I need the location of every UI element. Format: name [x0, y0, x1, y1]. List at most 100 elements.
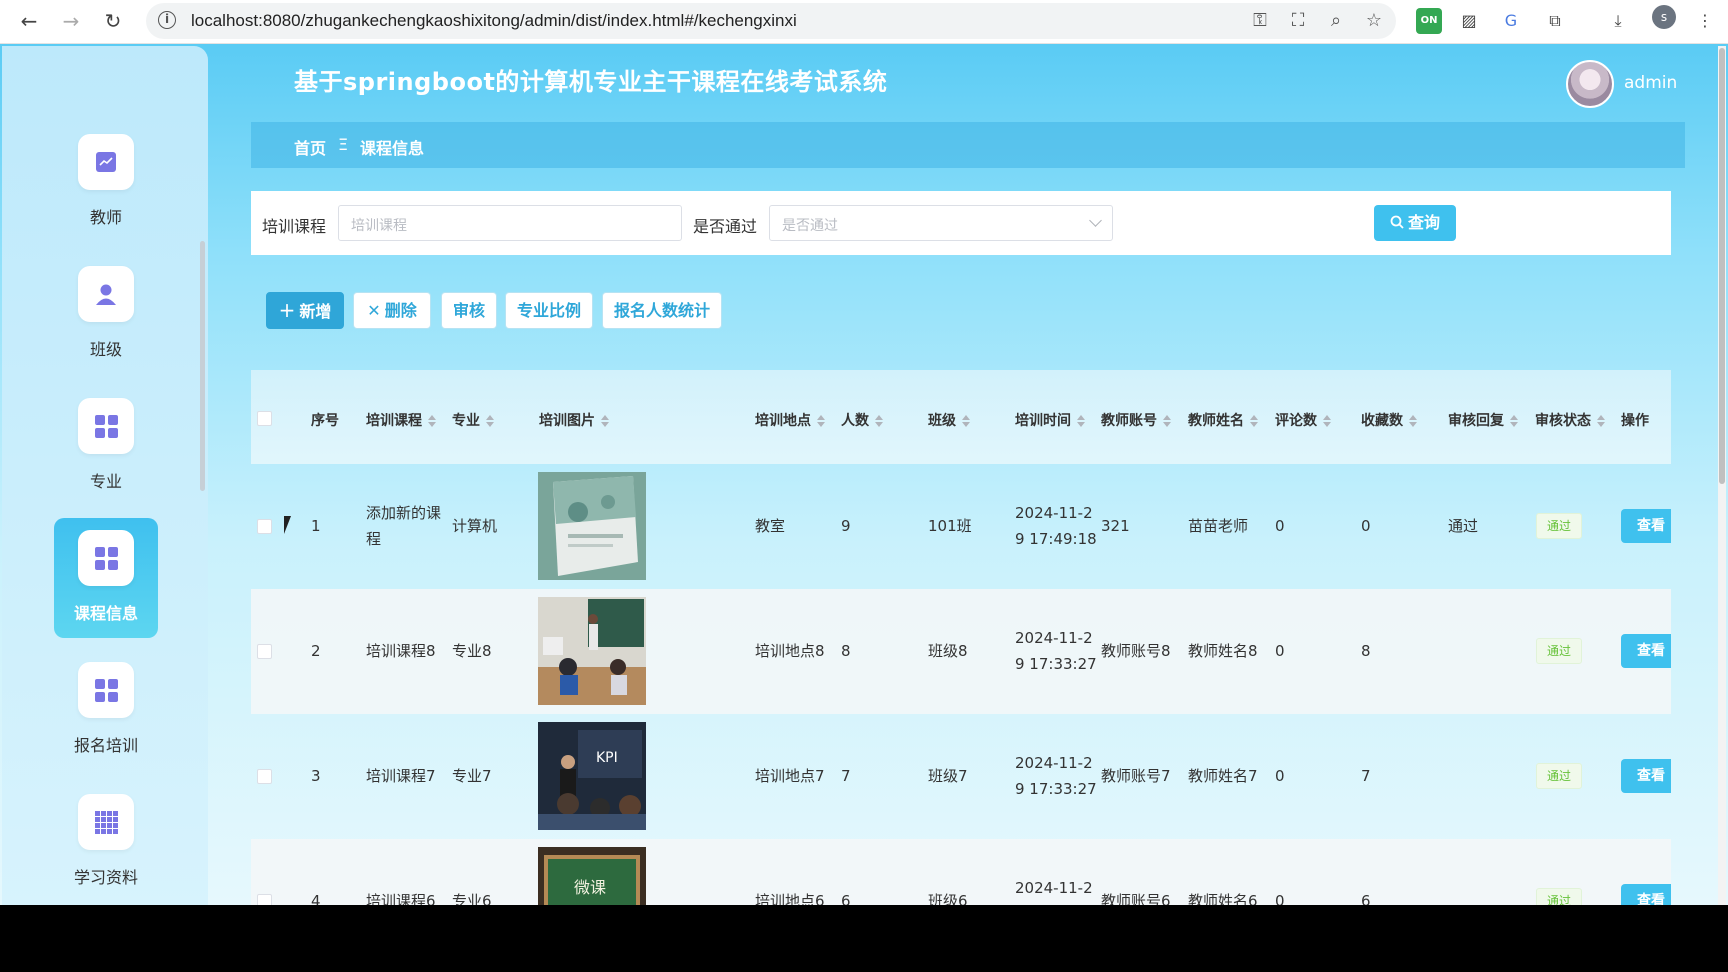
select-all-checkbox[interactable]	[257, 411, 272, 426]
header-image[interactable]: 培训图片	[539, 410, 609, 430]
course-image[interactable]	[538, 597, 646, 705]
url-text[interactable]: localhost:8080/zhugankechengkaoshixitong…	[191, 11, 797, 31]
cell-class: 班级7	[928, 767, 968, 785]
view-button[interactable]: 查看	[1621, 509, 1671, 543]
sidebar-item-class[interactable]: 班级	[54, 254, 158, 374]
table-row[interactable]: 1 添加新的课程 计算机 教室 9 101班 2024-11-29 17:49:…	[251, 464, 1671, 589]
delete-button[interactable]: ✕ 删除	[353, 292, 431, 329]
course-image[interactable]: 微课	[538, 847, 646, 905]
row-checkbox[interactable]	[257, 519, 272, 534]
grid-icon	[94, 414, 118, 438]
course-search-input[interactable]: 培训课程	[338, 205, 682, 241]
header-count[interactable]: 人数	[841, 410, 883, 430]
cell-teacher-account: 教师账号8	[1101, 642, 1171, 660]
sort-icon[interactable]	[1163, 415, 1171, 427]
sort-icon[interactable]	[428, 415, 436, 427]
extension-icon[interactable]: ▨	[1456, 8, 1482, 34]
sort-icon[interactable]	[486, 415, 494, 427]
scrollbar-thumb[interactable]	[1719, 48, 1725, 484]
header-count-label: 人数	[841, 413, 869, 429]
username[interactable]: admin	[1624, 73, 1677, 93]
cell-comments: 0	[1275, 892, 1285, 905]
extensions-puzzle-icon[interactable]: ⧉	[1542, 8, 1568, 34]
header-comments[interactable]: 评论数	[1275, 410, 1331, 430]
grid-icon	[94, 678, 118, 702]
sort-icon[interactable]	[601, 415, 609, 427]
add-button[interactable]: + 新增	[266, 292, 344, 329]
sidebar-item-enroll-training[interactable]: 报名培训	[54, 650, 158, 770]
header-major[interactable]: 专业	[452, 410, 494, 430]
header-time[interactable]: 培训时间	[1015, 410, 1085, 430]
row-checkbox[interactable]	[257, 644, 272, 659]
more-menu-icon[interactable]: ⋮	[1692, 8, 1718, 34]
reload-icon[interactable]: ↻	[98, 6, 128, 36]
breadcrumb-current: 课程信息	[360, 139, 425, 158]
sort-icon[interactable]	[1597, 415, 1605, 427]
google-translate-icon[interactable]: G	[1498, 8, 1524, 34]
cell-major: 专业6	[452, 892, 492, 905]
sidebar-scrollbar[interactable]	[200, 241, 205, 491]
sidebar-item-major[interactable]: 专业	[54, 386, 158, 506]
major-ratio-button[interactable]: 专业比例	[505, 292, 593, 329]
query-button-label: 查询	[1407, 213, 1440, 232]
header-location[interactable]: 培训地点	[755, 410, 825, 430]
header-class[interactable]: 班级	[928, 410, 970, 430]
site-info-icon[interactable]: i	[158, 11, 176, 29]
sort-icon[interactable]	[875, 415, 883, 427]
sidebar-item-teacher[interactable]: 教师	[54, 122, 158, 242]
page-scrollbar[interactable]	[1718, 46, 1726, 905]
address-bar[interactable]: i localhost:8080/zhugankechengkaoshixito…	[146, 3, 1396, 39]
download-icon[interactable]: ⤓	[1605, 8, 1631, 34]
password-key-icon[interactable]: ⚿	[1248, 9, 1272, 33]
table-row[interactable]: 4 培训课程6 专业6 微课 培训地点6 6 班级6 2024-11-29 17…	[251, 839, 1671, 905]
view-button[interactable]: 查看	[1621, 759, 1671, 793]
sidebar-item-course-info[interactable]: 课程信息	[54, 518, 158, 638]
zoom-icon[interactable]: ⌕	[1324, 9, 1348, 33]
pass-select[interactable]: 是否通过	[769, 205, 1113, 241]
enroll-stats-button[interactable]: 报名人数统计	[602, 292, 722, 329]
user-avatar[interactable]	[1566, 60, 1614, 108]
header-teacher-account[interactable]: 教师账号	[1101, 410, 1171, 430]
review-button[interactable]: 审核	[441, 292, 497, 329]
sort-icon[interactable]	[817, 415, 825, 427]
translate-icon[interactable]: ⛶	[1286, 9, 1310, 33]
cell-class: 101班	[928, 517, 972, 535]
bookmark-star-icon[interactable]: ☆	[1362, 9, 1386, 33]
cell-index: 3	[311, 767, 321, 785]
chevron-down-icon	[1089, 214, 1102, 227]
header-course[interactable]: 培训课程	[366, 410, 436, 430]
sort-icon[interactable]	[962, 415, 970, 427]
header-actions: 操作	[1621, 413, 1649, 429]
course-image[interactable]	[538, 472, 646, 580]
sidebar-item-study-material[interactable]: 学习资料	[54, 782, 158, 902]
view-button[interactable]: 查看	[1621, 884, 1671, 905]
header-reply[interactable]: 审核回复	[1448, 410, 1518, 430]
header-index: 序号	[311, 413, 339, 429]
extension-on-icon[interactable]: ON	[1416, 8, 1442, 34]
course-image[interactable]: KPI	[538, 722, 646, 830]
status-badge: 通过	[1536, 763, 1582, 789]
sort-icon[interactable]	[1323, 415, 1331, 427]
sidebar-item-label: 报名培训	[73, 736, 138, 755]
chart-icon	[96, 152, 116, 172]
cell-count: 9	[841, 517, 851, 535]
query-button[interactable]: 查询	[1374, 205, 1456, 241]
header-major-label: 专业	[452, 413, 480, 429]
sort-icon[interactable]	[1409, 415, 1417, 427]
table-row[interactable]: 2 培训课程8 专业8 培训地点8 8 班级8 2024-11-29 17:33…	[251, 589, 1671, 714]
breadcrumb-home[interactable]: 首页	[294, 135, 326, 159]
forward-arrow-icon[interactable]: →	[56, 6, 86, 36]
row-checkbox[interactable]	[257, 769, 272, 784]
header-teacher-name[interactable]: 教师姓名	[1188, 410, 1258, 430]
table-row[interactable]: 3 培训课程7 专业7 KPI 培训地点7 7 班级7 2024-11-29 1…	[251, 714, 1671, 839]
status-badge: 通过	[1536, 888, 1582, 905]
sort-icon[interactable]	[1077, 415, 1085, 427]
row-checkbox[interactable]	[257, 894, 272, 905]
header-favorites[interactable]: 收藏数	[1361, 410, 1417, 430]
header-status[interactable]: 审核状态	[1535, 410, 1605, 430]
sort-icon[interactable]	[1510, 415, 1518, 427]
sort-icon[interactable]	[1250, 415, 1258, 427]
view-button[interactable]: 查看	[1621, 634, 1671, 668]
profile-avatar[interactable]: s	[1652, 5, 1676, 29]
back-arrow-icon[interactable]: ←	[14, 6, 44, 36]
